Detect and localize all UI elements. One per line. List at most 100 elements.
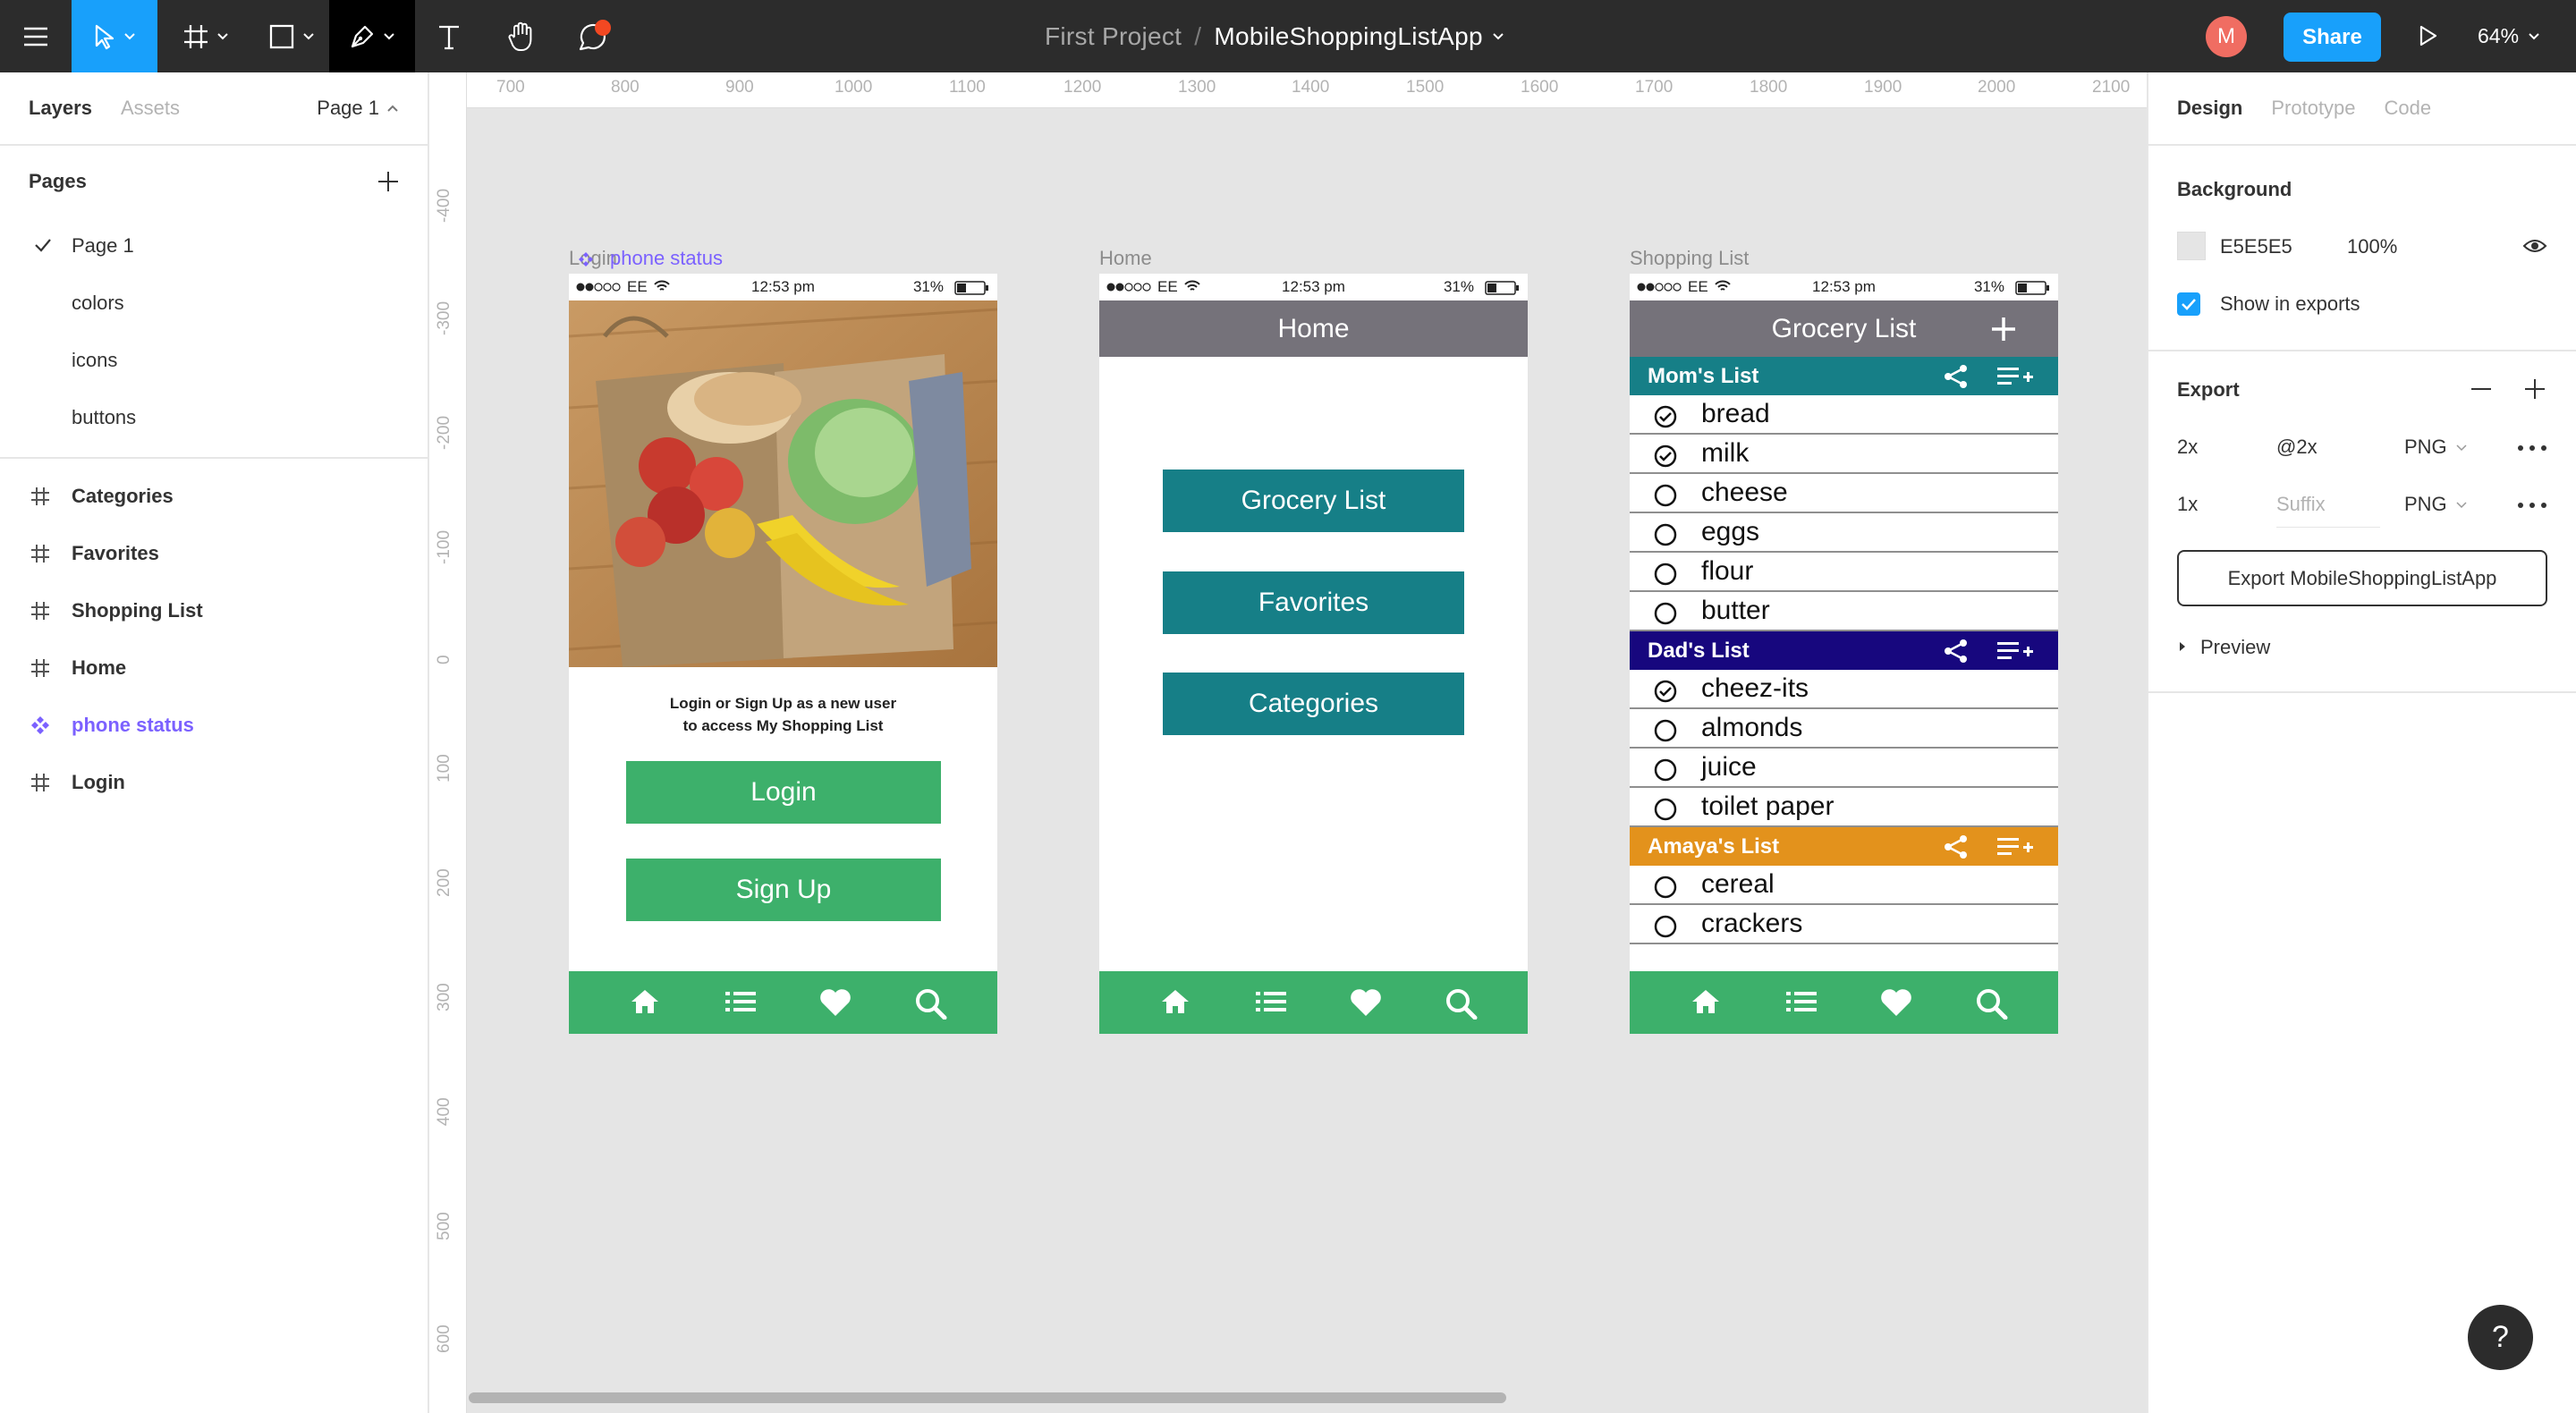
shopping-list-frame[interactable]: EE 12:53 pm 31% Grocery List Mom's List b…	[1630, 274, 2058, 1034]
move-tool-button[interactable]	[72, 0, 157, 72]
canvas[interactable]: 700 800 900 1000 1100 1200 1300 1400 150…	[429, 72, 2147, 1413]
add-to-list-icon[interactable]	[1997, 639, 2033, 663]
heart-icon[interactable]	[1349, 987, 1383, 1018]
list-item[interactable]: crackers	[1630, 905, 2058, 944]
show-in-exports-checkbox[interactable]	[2177, 292, 2200, 316]
categories-button[interactable]: Categories	[1163, 673, 1464, 735]
layer-item-favorites[interactable]: Favorites	[0, 525, 428, 582]
tab-assets[interactable]: Assets	[121, 97, 180, 120]
comment-tool-button[interactable]	[569, 0, 619, 72]
empty-circle-icon[interactable]	[1654, 563, 1677, 586]
add-to-list-icon[interactable]	[1997, 835, 2033, 859]
heart-icon[interactable]	[818, 987, 852, 1018]
chevron-down-icon[interactable]	[1492, 32, 1504, 41]
eye-icon[interactable]	[2522, 237, 2547, 255]
minus-icon[interactable]	[2469, 377, 2494, 402]
search-icon[interactable]	[1445, 987, 1479, 1020]
search-icon[interactable]	[1975, 987, 2009, 1020]
list-item[interactable]: toilet paper	[1630, 788, 2058, 827]
home-icon[interactable]	[1690, 987, 1721, 1016]
page-switcher[interactable]: Page 1	[317, 97, 399, 120]
add-page-icon[interactable]	[376, 169, 401, 194]
list-item[interactable]: cheese	[1630, 474, 2058, 513]
tab-code[interactable]: Code	[2385, 97, 2432, 120]
login-button[interactable]: Login	[626, 761, 941, 824]
project-name[interactable]: First Project	[1045, 22, 1182, 51]
share-icon[interactable]	[1943, 834, 1970, 859]
shape-tool-button[interactable]	[256, 0, 327, 72]
export-scale[interactable]: 1x	[2177, 493, 2198, 516]
share-icon[interactable]	[1943, 639, 1970, 664]
layer-item-home[interactable]: Home	[0, 639, 428, 697]
grocery-list-button[interactable]: Grocery List	[1163, 470, 1464, 532]
text-tool-button[interactable]	[424, 0, 474, 72]
background-color-swatch[interactable]	[2177, 232, 2206, 260]
heart-icon[interactable]	[1879, 987, 1913, 1018]
pen-tool-button[interactable]	[329, 0, 415, 72]
file-name[interactable]: MobileShoppingListApp	[1214, 22, 1483, 51]
frame-tool-button[interactable]	[170, 0, 242, 72]
list-icon[interactable]	[1255, 987, 1287, 1016]
empty-circle-icon[interactable]	[1654, 798, 1677, 821]
list-item[interactable]: flour	[1630, 553, 2058, 592]
checked-circle-icon[interactable]	[1654, 405, 1677, 428]
list-icon[interactable]	[724, 987, 757, 1016]
login-frame[interactable]: EE 12:53 pm 31% Login or Sign Up as a ne…	[569, 274, 997, 1034]
home-icon[interactable]	[1160, 987, 1191, 1016]
list-item[interactable]: juice	[1630, 749, 2058, 788]
tab-prototype[interactable]: Prototype	[2271, 97, 2355, 120]
share-icon[interactable]	[1943, 364, 1970, 389]
empty-circle-icon[interactable]	[1654, 915, 1677, 938]
list-item[interactable]: cereal	[1630, 866, 2058, 905]
frame-label-phone-status[interactable]: phone status	[578, 247, 723, 270]
list-section-header[interactable]: Amaya's List	[1630, 827, 2058, 866]
empty-circle-icon[interactable]	[1654, 484, 1677, 507]
share-button[interactable]: Share	[2284, 13, 2381, 62]
present-button[interactable]	[2410, 18, 2445, 54]
list-icon[interactable]	[1785, 987, 1818, 1016]
add-to-list-icon[interactable]	[1997, 365, 2033, 388]
layer-item-categories[interactable]: Categories	[0, 468, 428, 525]
horizontal-scrollbar[interactable]	[469, 1392, 1506, 1403]
home-icon[interactable]	[630, 987, 660, 1016]
zoom-dropdown[interactable]: 64%	[2478, 0, 2540, 72]
home-frame[interactable]: EE 12:53 pm 31% Home Grocery List Favori…	[1099, 274, 1528, 1034]
empty-circle-icon[interactable]	[1654, 758, 1677, 782]
list-item[interactable]: bread	[1630, 395, 2058, 435]
more-options-icon[interactable]	[2517, 502, 2547, 509]
tab-layers[interactable]: Layers	[29, 97, 92, 120]
frame-label-shopping-list[interactable]: Shopping List	[1630, 247, 1749, 270]
export-scale[interactable]: 2x	[2177, 436, 2198, 459]
list-item[interactable]: almonds	[1630, 709, 2058, 749]
main-menu-button[interactable]	[0, 0, 72, 72]
preview-toggle[interactable]: Preview	[2179, 636, 2270, 659]
help-button[interactable]: ?	[2468, 1305, 2533, 1370]
export-button[interactable]: Export MobileShoppingListApp	[2177, 550, 2547, 606]
empty-circle-icon[interactable]	[1654, 602, 1677, 625]
more-options-icon[interactable]	[2517, 444, 2547, 452]
layer-item-phone-status[interactable]: phone status	[0, 697, 428, 754]
list-item[interactable]: milk	[1630, 435, 2058, 474]
checked-circle-icon[interactable]	[1654, 444, 1677, 468]
list-item[interactable]: eggs	[1630, 513, 2058, 553]
search-icon[interactable]	[914, 987, 948, 1020]
favorites-button[interactable]: Favorites	[1163, 571, 1464, 634]
export-format[interactable]: PNG	[2404, 436, 2467, 459]
user-avatar[interactable]: M	[2206, 16, 2247, 57]
page-item[interactable]: icons	[0, 332, 428, 389]
plus-icon[interactable]	[1990, 316, 2017, 343]
list-item[interactable]: butter	[1630, 592, 2058, 631]
empty-circle-icon[interactable]	[1654, 523, 1677, 546]
export-suffix-input[interactable]: Suffix	[2276, 493, 2380, 528]
page-item[interactable]: buttons	[0, 389, 428, 446]
signup-button[interactable]: Sign Up	[626, 859, 941, 921]
list-section-header[interactable]: Dad's List	[1630, 631, 2058, 670]
list-item[interactable]: cheez-its	[1630, 670, 2058, 709]
plus-icon[interactable]	[2522, 377, 2547, 402]
empty-circle-icon[interactable]	[1654, 719, 1677, 742]
layer-item-shopping-list[interactable]: Shopping List	[0, 582, 428, 639]
list-section-header[interactable]: Mom's List	[1630, 357, 2058, 395]
layer-item-login[interactable]: Login	[0, 754, 428, 811]
frame-label-home[interactable]: Home	[1099, 247, 1152, 270]
hand-tool-button[interactable]	[499, 0, 544, 72]
